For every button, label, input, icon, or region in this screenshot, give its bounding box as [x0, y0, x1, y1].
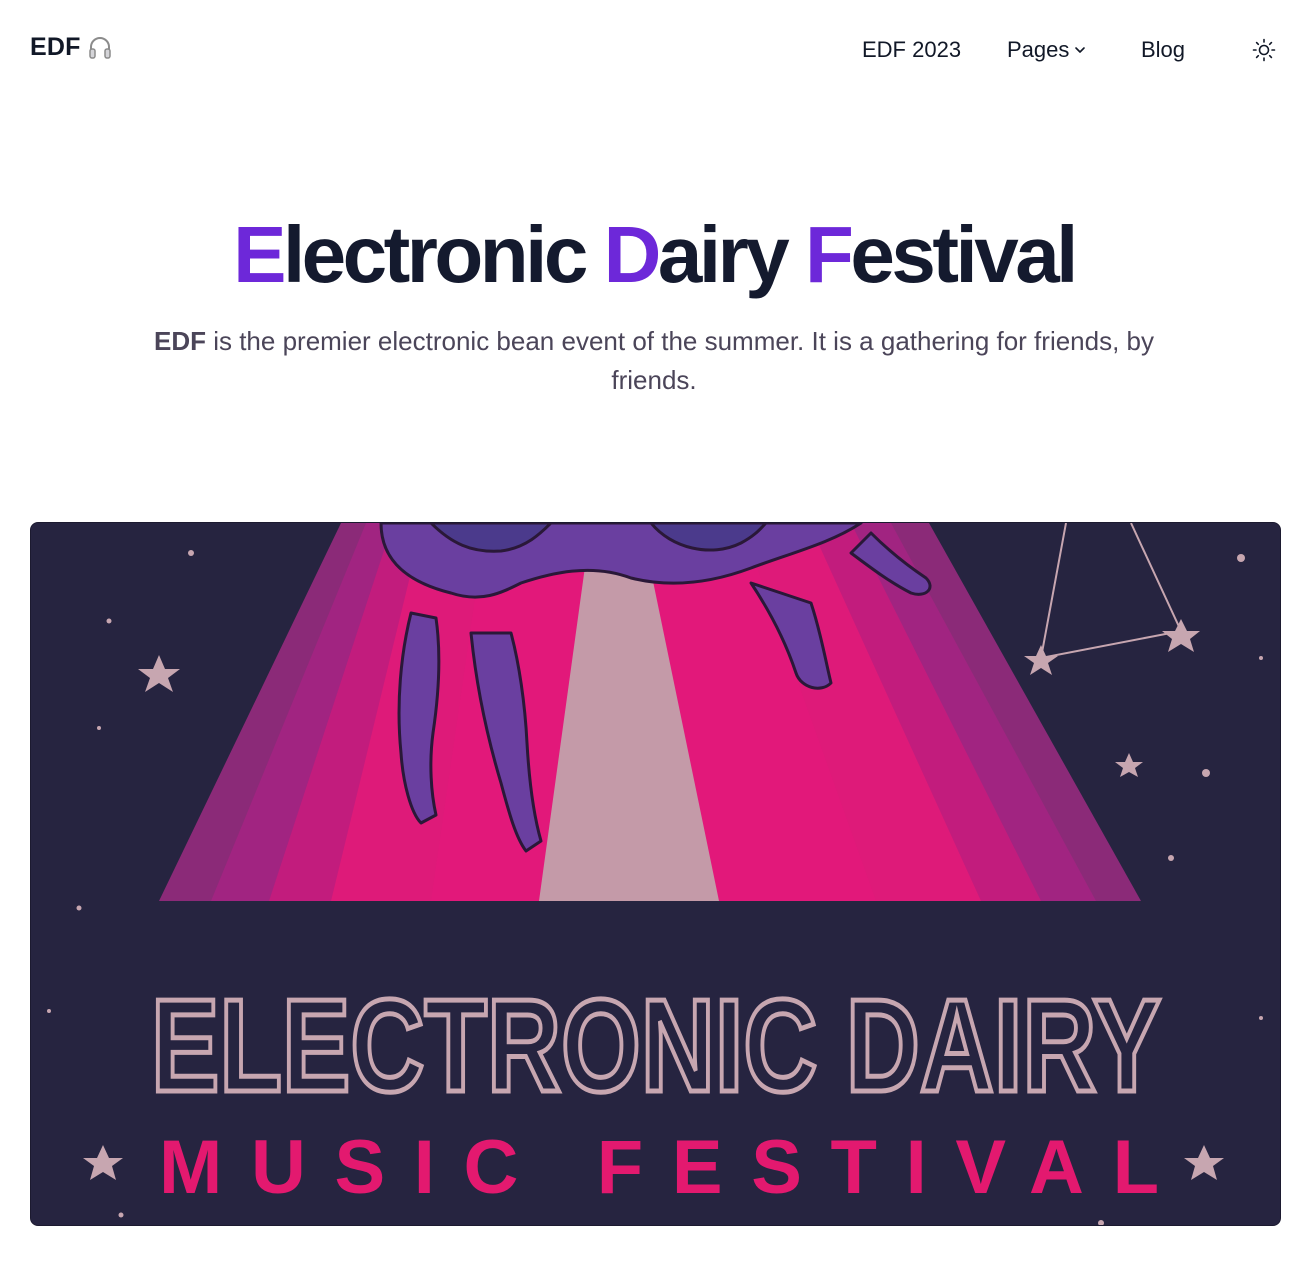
theme-toggle-button[interactable]: [1250, 36, 1278, 64]
title-word-rest: lectronic: [282, 210, 604, 299]
chevron-down-icon: [1074, 44, 1086, 56]
title-word-rest: airy: [657, 210, 805, 299]
nav-link-label: EDF 2023: [862, 37, 962, 62]
title-initial-f: F: [804, 210, 854, 299]
nav-dropdown-pages[interactable]: Pages: [1007, 34, 1086, 66]
sun-icon: [1251, 37, 1277, 63]
festival-poster-image: ELECTRONIC DAIRY MUSIC FESTIVAL: [30, 522, 1281, 1226]
subtitle-text: is the premier electronic bean event of …: [205, 326, 1155, 395]
nav-link-blog[interactable]: Blog: [1141, 34, 1185, 66]
subtitle-strong: EDF: [153, 326, 206, 356]
poster-line-1: ELECTRONIC DAIRY: [151, 972, 1161, 1119]
hero-subtitle: EDF is the premier electronic bean event…: [110, 322, 1198, 400]
title-initial-d: D: [603, 210, 662, 299]
top-navbar: EDF EDF 2023 Pages Blog: [0, 0, 1308, 100]
title-initial-e: E: [233, 210, 286, 299]
hero-title: Electronic Dairy Festival: [0, 205, 1308, 305]
nav-link-label: Pages: [1007, 37, 1070, 62]
nav-link-edf-2023[interactable]: EDF 2023: [862, 34, 961, 66]
title-word-rest: estival: [850, 210, 1078, 299]
main-nav: EDF 2023 Pages Blog: [0, 34, 1308, 66]
nav-link-label: Blog: [1141, 37, 1186, 62]
